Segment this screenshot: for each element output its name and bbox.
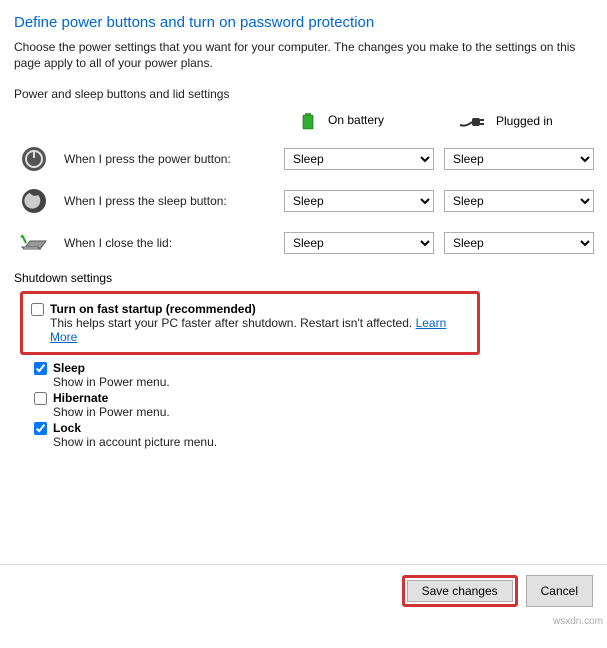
sleep-checkbox[interactable] <box>34 362 47 375</box>
sleep-plugged-select[interactable]: Sleep <box>444 190 594 212</box>
save-button[interactable]: Save changes <box>407 580 513 602</box>
lid-icon <box>14 229 54 257</box>
sleep-button-icon <box>14 187 54 215</box>
lock-sub: Show in account picture menu. <box>53 435 593 449</box>
power-button-label: When I press the power button: <box>64 152 274 166</box>
page-description: Choose the power settings that you want … <box>14 39 593 71</box>
column-header-battery: On battery <box>284 111 434 131</box>
fast-startup-title: Turn on fast startup (recommended) <box>50 302 256 316</box>
lock-title: Lock <box>53 421 81 435</box>
lid-label: When I close the lid: <box>64 236 274 250</box>
cancel-button[interactable]: Cancel <box>526 575 593 607</box>
sleep-battery-select[interactable]: Sleep <box>284 190 434 212</box>
sleep-sub: Show in Power menu. <box>53 375 593 389</box>
lock-checkbox[interactable] <box>34 422 47 435</box>
footer: Save changes Cancel <box>0 564 607 617</box>
buttons-section-label: Power and sleep buttons and lid settings <box>14 87 593 101</box>
shutdown-section-label: Shutdown settings <box>14 271 593 285</box>
sleep-button-label: When I press the sleep button: <box>64 194 274 208</box>
fast-startup-checkbox[interactable] <box>31 303 44 316</box>
fast-startup-highlight: Turn on fast startup (recommended) This … <box>20 291 480 355</box>
lid-plugged-select[interactable]: Sleep <box>444 232 594 254</box>
page-title: Define power buttons and turn on passwor… <box>14 14 593 31</box>
plug-icon <box>458 115 486 129</box>
hibernate-checkbox[interactable] <box>34 392 47 405</box>
hibernate-sub: Show in Power menu. <box>53 405 593 419</box>
fast-startup-sub: This helps start your PC faster after sh… <box>50 316 416 330</box>
battery-icon <box>298 111 318 131</box>
column-header-plugged: Plugged in <box>444 114 594 129</box>
watermark: wsxdn.com <box>553 616 603 627</box>
power-plugged-select[interactable]: Sleep <box>444 148 594 170</box>
hibernate-title: Hibernate <box>53 391 108 405</box>
lid-battery-select[interactable]: Sleep <box>284 232 434 254</box>
sleep-title: Sleep <box>53 361 85 375</box>
save-highlight: Save changes <box>402 575 518 607</box>
power-battery-select[interactable]: Sleep <box>284 148 434 170</box>
power-button-icon <box>14 145 54 173</box>
